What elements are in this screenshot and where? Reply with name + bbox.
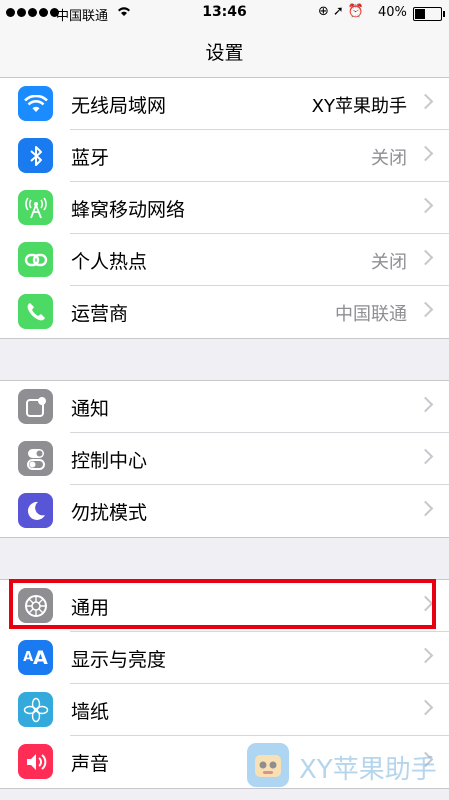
row-label: 显示与亮度 bbox=[71, 649, 167, 671]
chevron-right-icon bbox=[417, 249, 434, 266]
chevron-right-icon bbox=[417, 396, 434, 413]
settings-row-hotspot[interactable]: 个人热点 关闭 bbox=[0, 234, 449, 286]
chevron-right-icon bbox=[417, 448, 434, 465]
battery-percent: 40% bbox=[378, 5, 407, 20]
row-label: 声音 bbox=[71, 753, 110, 775]
watermark: XY苹果助手 bbox=[247, 743, 447, 789]
alarm-icon: ⏰ bbox=[347, 4, 368, 19]
settings-row-notifications[interactable]: 通知 bbox=[0, 381, 449, 433]
settings-row-display-brightness[interactable]: AA 显示与亮度 bbox=[0, 632, 449, 684]
chevron-right-icon bbox=[417, 699, 434, 716]
rotation-lock-icon: ⊕ bbox=[318, 4, 333, 19]
row-label: 运营商 bbox=[71, 303, 129, 325]
row-label: 通知 bbox=[71, 398, 110, 420]
settings-row-wlan[interactable]: 无线局域网 XY苹果助手 bbox=[0, 78, 449, 130]
settings-row-control-center[interactable]: 控制中心 bbox=[0, 433, 449, 485]
page-title: 设置 bbox=[205, 42, 244, 64]
top-bar: 中国联通 13:46 ⊕➚⏰ 40% 设置 bbox=[0, 0, 449, 78]
settings-group-network: 无线局域网 XY苹果助手 蓝牙 关闭 蜂窝移动网络 个人热点 关闭 运营商 中国… bbox=[0, 77, 449, 339]
row-label: 蓝牙 bbox=[71, 147, 110, 169]
control-center-toggles-icon bbox=[18, 441, 53, 476]
row-value: XY苹果助手 bbox=[311, 96, 407, 117]
moon-icon bbox=[18, 493, 53, 528]
battery-icon bbox=[413, 7, 445, 21]
watermark-text: XY苹果助手 bbox=[299, 755, 437, 785]
chevron-right-icon bbox=[417, 647, 434, 664]
settings-row-wallpaper[interactable]: 墙纸 bbox=[0, 684, 449, 736]
cellular-antenna-icon bbox=[18, 190, 53, 225]
row-label: 个人热点 bbox=[71, 251, 148, 273]
flower-icon bbox=[18, 692, 53, 727]
speaker-icon bbox=[18, 744, 53, 779]
status-bar: 中国联通 13:46 ⊕➚⏰ 40% bbox=[0, 0, 449, 26]
text-size-icon: AA bbox=[18, 640, 53, 675]
status-icons: ⊕➚⏰ bbox=[318, 4, 368, 19]
chevron-right-icon bbox=[417, 145, 434, 162]
chevron-right-icon bbox=[417, 500, 434, 517]
row-label: 蜂窝移动网络 bbox=[71, 199, 186, 221]
settings-row-do-not-disturb[interactable]: 勿扰模式 bbox=[0, 485, 449, 537]
phone-icon bbox=[18, 294, 53, 329]
settings-row-cellular[interactable]: 蜂窝移动网络 bbox=[0, 182, 449, 234]
highlight-box bbox=[9, 579, 436, 629]
bluetooth-icon bbox=[18, 138, 53, 173]
settings-row-bluetooth[interactable]: 蓝牙 关闭 bbox=[0, 130, 449, 182]
chevron-right-icon bbox=[417, 93, 434, 110]
hotspot-link-icon bbox=[18, 242, 53, 277]
row-value: 关闭 bbox=[371, 148, 407, 169]
xy-logo-icon bbox=[247, 743, 289, 787]
notifications-icon bbox=[18, 389, 53, 424]
row-value: 中国联通 bbox=[335, 304, 407, 325]
chevron-right-icon bbox=[417, 301, 434, 318]
row-label: 勿扰模式 bbox=[71, 502, 148, 524]
row-label: 无线局域网 bbox=[71, 95, 167, 117]
row-label: 控制中心 bbox=[71, 450, 148, 472]
settings-row-carrier[interactable]: 运营商 中国联通 bbox=[0, 286, 449, 338]
location-icon: ➚ bbox=[332, 4, 348, 19]
wifi-icon bbox=[18, 86, 53, 121]
row-value: 关闭 bbox=[371, 252, 407, 273]
settings-group-notifications: 通知 控制中心 勿扰模式 bbox=[0, 380, 449, 538]
chevron-right-icon bbox=[417, 197, 434, 214]
row-label: 墙纸 bbox=[71, 701, 110, 723]
